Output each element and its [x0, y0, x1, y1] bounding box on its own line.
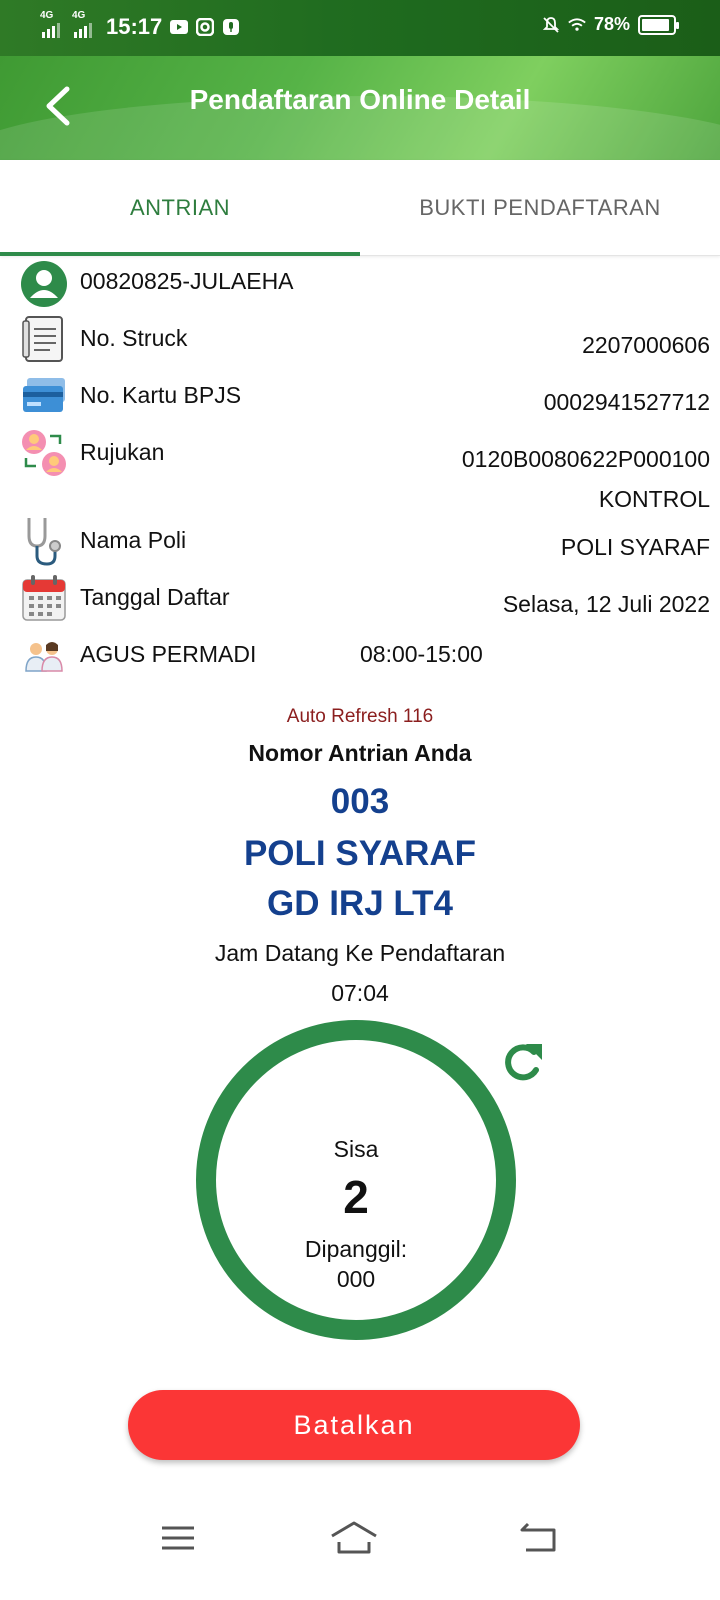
mute-notification-icon [542, 16, 560, 34]
tab-antrian[interactable]: ANTRIAN [0, 160, 360, 256]
queue-heading: Nomor Antrian Anda [248, 740, 472, 766]
queue-poli: POLI SYARAF [243, 834, 477, 873]
card-icon [20, 372, 68, 420]
network-type-label: 4G [72, 10, 86, 21]
menu-icon[interactable] [148, 1508, 208, 1568]
app-bar: Pendaftaran Online Detail [0, 56, 720, 160]
arrival-label: Jam Datang Ke Pendaftaran [214, 940, 506, 966]
auto-refresh-label: Auto Refresh 116 [286, 706, 434, 727]
rujukan-value: 0120B0080622P000100 [461, 446, 710, 472]
calendar-icon [20, 574, 68, 622]
clock: 15:17 [106, 14, 163, 39]
tab-indicator [0, 252, 360, 256]
remaining-count: 2 [343, 1171, 369, 1223]
signal-icon: 4G [40, 10, 62, 38]
struck-label: No. Struck [80, 325, 188, 351]
date-label: Tanggal Daftar [80, 584, 230, 610]
doctor-hours: 08:00-15:00 [360, 641, 483, 667]
bpjs-row: No. Kartu BPJS 0002941527712 [0, 372, 720, 424]
called-label: Dipanggil: [304, 1236, 408, 1262]
remaining-label: Sisa [333, 1136, 379, 1162]
called-value: 000 [336, 1266, 376, 1292]
bpjs-label: No. Kartu BPJS [80, 382, 242, 408]
poli-value: POLI SYARAF [560, 534, 710, 560]
network-type-label: 4G [40, 10, 54, 21]
remaining-ring: Sisa 2 Dipanggil: 000 [196, 1020, 516, 1340]
referral-icon [20, 429, 68, 477]
page-title: Pendaftaran Online Detail [189, 84, 531, 115]
poli-label: Nama Poli [80, 527, 187, 553]
struck-value: 2207000606 [582, 332, 710, 358]
battery-icon [638, 14, 679, 35]
doctors-icon [20, 631, 68, 679]
cancel-button[interactable]: Batalkan [128, 1390, 580, 1460]
back-nav-icon[interactable] [508, 1508, 568, 1568]
system-nav-bar [0, 1490, 720, 1600]
queue-location: GD IRJ LT4 [266, 884, 454, 923]
user-icon [20, 260, 68, 308]
arrival-time: 07:04 [331, 980, 389, 1006]
receipt-icon [20, 315, 68, 363]
rujukan-type: KONTROL [598, 486, 710, 512]
home-icon[interactable] [324, 1508, 384, 1568]
instagram-icon [196, 18, 215, 36]
doctor-row: AGUS PERMADI 08:00-15:00 [0, 631, 720, 683]
date-row: Tanggal Daftar Selasa, 12 Juli 2022 [0, 574, 720, 626]
status-bar: 4G 4G 15:17 78% [0, 0, 720, 56]
struck-row: No. Struck 2207000606 [0, 315, 720, 367]
tab-bar: ANTRIAN BUKTI PENDAFTARAN [0, 160, 720, 256]
wifi-icon [568, 16, 586, 34]
poli-row: Nama Poli POLI SYARAF [0, 517, 720, 569]
microphone-icon [222, 18, 240, 36]
queue-number: 003 [330, 782, 390, 821]
rujukan-label: Rujukan [80, 439, 165, 465]
rujukan-row: Rujukan 0120B0080622P000100 KONTROL [0, 429, 720, 513]
stethoscope-icon [20, 517, 68, 566]
youtube-icon [170, 18, 189, 36]
signal-icon: 4G [72, 10, 94, 38]
date-value: Selasa, 12 Juli 2022 [502, 591, 710, 617]
battery-percent: 78% [593, 14, 630, 34]
bpjs-value: 0002941527712 [543, 389, 710, 415]
patient-id-name: 00820825-JULAEHA [80, 268, 294, 294]
patient-row: 00820825-JULAEHA [0, 258, 720, 310]
doctor-name: AGUS PERMADI [80, 641, 257, 667]
tab-bukti-pendaftaran[interactable]: BUKTI PENDAFTARAN [360, 160, 720, 256]
refresh-icon[interactable] [500, 1040, 546, 1086]
